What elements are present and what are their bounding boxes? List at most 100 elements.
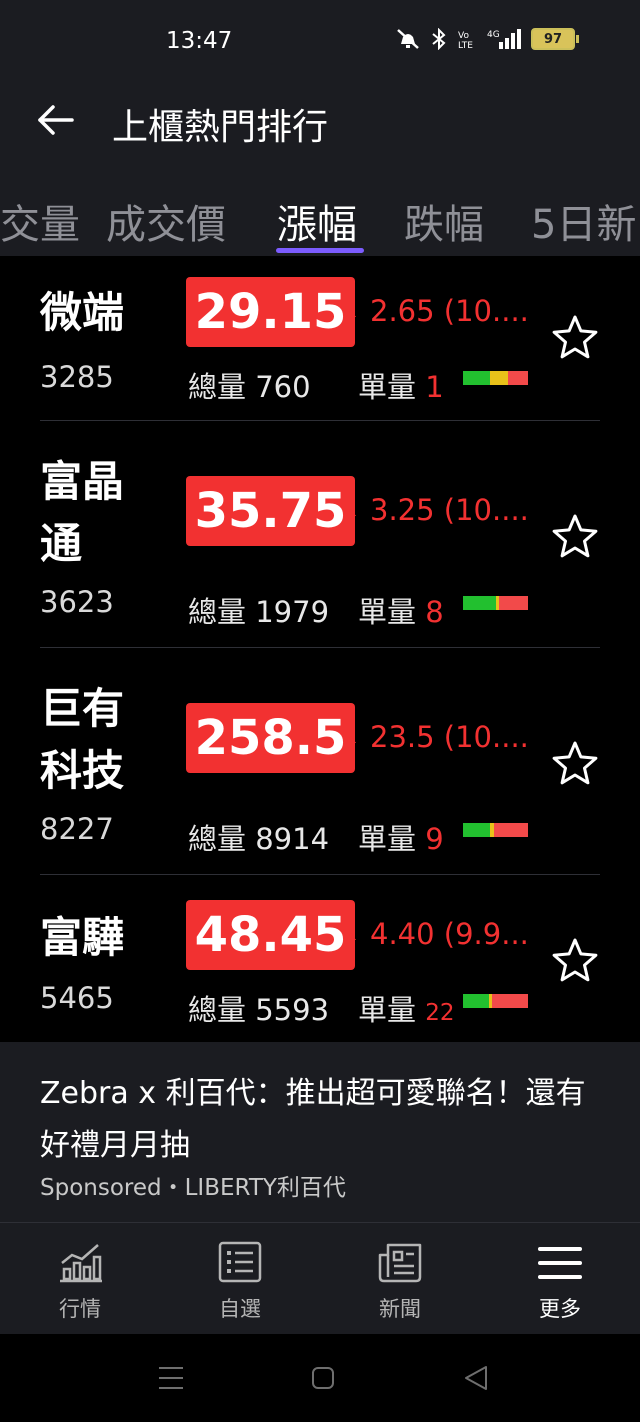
sponsored-ad[interactable]: Zebra x 利百代：推出超可愛聯名！還有好禮月月抽 Sponsored・LI… [0,1042,640,1222]
nav-market[interactable]: 行情 [0,1223,160,1335]
buy-segment [463,371,490,385]
status-icons: Vo LTE 4G 97 [395,28,579,50]
single-volume-text: 單量 8 [358,589,444,631]
volume-value: 760 [255,370,311,404]
nav-label: 更多 [539,1297,581,1321]
svg-text:LTE: LTE [458,41,473,50]
single-label: 單量 [358,370,417,404]
chart-icon [60,1244,102,1283]
stock-change: 3.25 (10.... [370,493,529,527]
battery-icon: 97 [531,28,579,50]
stock-price: 35.75 [186,476,355,546]
buy-segment [463,596,497,610]
volume-text: 總量 1979 [188,589,329,631]
stock-change: 4.40 (9.9... [370,917,529,951]
single-value: 9 [425,822,444,856]
stock-code: 5465 [40,981,114,1015]
ad-sponsor: Sponsored・LIBERTY利百代 [40,1175,346,1201]
list-icon [218,1241,262,1283]
single-volume-text: 單量 1 [358,364,444,406]
bluetooth-icon [432,28,446,50]
stock-change: 2.65 (10.... [370,294,529,328]
single-volume-text: 單量 22 [358,987,455,1029]
single-value: 22 [425,1000,455,1026]
volume-value: 1979 [255,595,330,629]
single-value: 1 [425,370,444,404]
stock-name: 富晶 [40,457,125,506]
signal-icon: 4G [487,29,521,49]
volume-text: 總量 5593 [188,987,329,1029]
volume-text: 總量 8914 [188,816,329,858]
news-icon [378,1243,422,1283]
volume-value: 8914 [255,822,330,856]
single-value: 8 [425,595,444,629]
sell-segment [508,371,528,385]
order-ratio-bar [463,994,528,1008]
stock-name: 巨有 [40,684,125,733]
sell-segment [494,823,528,837]
tab-price[interactable]: 成交價 [106,192,226,250]
stock-code: 3285 [40,360,114,394]
svg-text:Vo: Vo [458,31,469,41]
system-nav-bar [0,1334,640,1422]
star-icon[interactable] [552,513,598,559]
stock-price: 48.45 [186,900,355,970]
nav-label: 新聞 [379,1297,421,1321]
volume-label: 總量 [188,993,247,1027]
star-icon[interactable] [552,740,598,786]
tab-bar: 成交量 成交價 漲幅 跌幅 5日新 [0,166,640,257]
order-ratio-bar [463,371,528,385]
stock-name: 微端 [40,288,125,337]
back-triangle-icon[interactable] [464,1365,488,1391]
buy-segment [463,823,490,837]
table-row[interactable]: 巨有 科技 8227 258.5 23.5 (10.... 總量 8914 單量… [0,648,640,875]
stock-list: 微端 3285 29.15 2.65 (10.... 總量 760 單量 1 富… [0,256,640,1042]
bottom-nav: 行情 自選 新聞 更多 [0,1222,640,1335]
table-row[interactable]: 富晶 通 3623 35.75 3.25 (10.... 總量 1979 單量 … [0,421,640,648]
stock-name-line2: 科技 [40,746,125,795]
up-arrow-icon [346,933,356,940]
active-tab-indicator [276,248,364,253]
sell-segment [492,994,528,1008]
tab-loss[interactable]: 跌幅 [404,192,484,250]
volume-text: 總量 760 [188,364,311,406]
tab-volume[interactable]: 成交量 [0,192,80,250]
ad-headline[interactable]: Zebra x 利百代：推出超可愛聯名！還有好禮月月抽 [40,1068,600,1172]
stock-change: 23.5 (10.... [370,720,529,754]
neutral-segment [490,371,508,385]
single-label: 單量 [358,595,417,629]
nav-watchlist[interactable]: 自選 [160,1223,320,1335]
star-icon[interactable] [552,937,598,983]
tab-gain[interactable]: 漲幅 [277,192,357,250]
battery-level: 97 [531,28,575,50]
home-icon[interactable] [311,1366,335,1390]
mute-icon [397,29,419,49]
table-row[interactable]: 微端 3285 29.15 2.65 (10.... 總量 760 單量 1 [0,256,640,421]
sell-segment [499,596,528,610]
single-label: 單量 [358,993,417,1027]
single-label: 單量 [358,822,417,856]
back-arrow-icon[interactable] [36,100,76,140]
table-row[interactable]: 富驊 5465 48.45 4.40 (9.9... 總量 5593 單量 22 [0,875,640,1042]
menu-icon [538,1247,582,1279]
status-time: 13:47 [166,28,233,54]
nav-news[interactable]: 新聞 [320,1223,480,1335]
up-arrow-icon [346,736,356,743]
recent-apps-icon[interactable] [158,1366,184,1390]
volte-icon: VoLTE [458,31,473,50]
tab-5day-new[interactable]: 5日新 [531,192,636,250]
order-ratio-bar [463,596,528,610]
stock-price: 29.15 [186,277,355,347]
volume-value: 5593 [255,993,330,1027]
up-arrow-icon [346,509,356,516]
nav-label: 自選 [219,1297,261,1321]
status-bar: 13:47 Vo LTE 4G 97 [0,0,640,84]
svg-text:4G: 4G [487,30,500,40]
stock-price: 258.5 [186,703,355,773]
nav-more[interactable]: 更多 [480,1223,640,1335]
stock-code: 3623 [40,585,114,619]
app-bar: 上櫃熱門排行 [0,84,640,166]
star-icon[interactable] [552,314,598,360]
buy-segment [463,994,489,1008]
stock-code: 8227 [40,812,114,846]
